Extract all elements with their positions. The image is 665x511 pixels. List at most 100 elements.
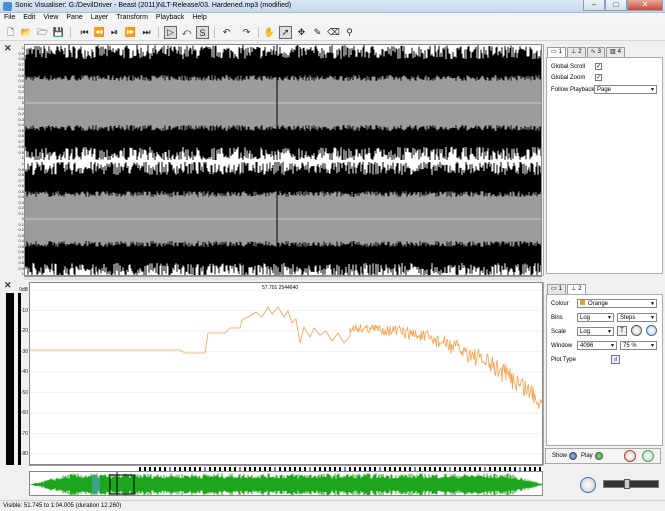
- play-toggle-icon[interactable]: [595, 452, 603, 460]
- zoom-knob[interactable]: [580, 477, 596, 493]
- threshold-knob[interactable]: [646, 325, 657, 336]
- minimize-button[interactable]: –: [583, 0, 605, 11]
- measure-icon[interactable]: ⚲: [343, 26, 356, 39]
- toolbar: 🗋 📂 🗁 💾 ⏮ ⏪ ⏯ ⏩ ⏭ ▷ ⤺ S ↶ ↷ ✋ ➚ ✥ ✎ ⌫ ⚲: [0, 24, 665, 41]
- open-location-icon[interactable]: 🗁: [36, 26, 49, 39]
- separator: [70, 27, 71, 38]
- tab-2[interactable]: ⊥ 2: [567, 47, 586, 57]
- pane-icon: ▭: [551, 49, 557, 55]
- spectrum-curve: [30, 306, 542, 409]
- waveform-view[interactable]: [24, 44, 542, 276]
- pane-tab-body: Global Scroll ✓ Global Zoom ✓ Follow Pla…: [546, 57, 663, 274]
- open-file-icon[interactable]: 📂: [20, 26, 33, 39]
- menu-view[interactable]: View: [39, 13, 62, 24]
- menu-help[interactable]: Help: [188, 13, 210, 24]
- solo-icon[interactable]: S: [196, 26, 209, 39]
- chevron-down-icon: ▼: [650, 343, 655, 349]
- window-size-select[interactable]: 4096 ▼: [577, 341, 617, 350]
- spectrum-view[interactable]: 57.701 2544640: [29, 282, 543, 465]
- overview-pane[interactable]: [29, 471, 543, 496]
- global-scroll-checkbox[interactable]: ✓: [595, 63, 602, 70]
- separator: [258, 27, 259, 38]
- layer-tab-body: Colour Orange ▼ Bins Log ▼ Steps ▼ Scale Lo…: [546, 294, 663, 446]
- menu-transform[interactable]: Transform: [112, 13, 152, 24]
- menu-playback[interactable]: Playback: [152, 13, 188, 24]
- colour-swatch: [580, 300, 585, 305]
- menu-layer[interactable]: Layer: [87, 13, 113, 24]
- level-meter-left: [6, 293, 14, 465]
- db-tick-label: -10: [20, 307, 28, 314]
- layer-tab-2[interactable]: ⊥ 2: [567, 284, 586, 294]
- colour-select[interactable]: Orange ▼: [577, 299, 657, 308]
- move-icon[interactable]: ✥: [295, 26, 308, 39]
- maximize-button[interactable]: □: [605, 0, 627, 11]
- layer-tabs: ▭ 1 ⊥ 2: [547, 284, 587, 294]
- colour-label: Colour: [551, 301, 569, 307]
- rewind-start-icon[interactable]: ⏮: [78, 26, 91, 39]
- tab-3[interactable]: ∿ 3: [586, 47, 605, 57]
- draw-pencil-icon[interactable]: ✎: [311, 26, 324, 39]
- level-meter-right: [18, 293, 21, 465]
- overview-selection: [92, 476, 100, 493]
- db-tick-label: -50: [20, 389, 28, 396]
- status-text: Visible: 51.745 to 1:04.005 (duration 12…: [3, 503, 122, 509]
- bins-mode-select[interactable]: Steps ▼: [617, 313, 657, 322]
- db-tick-label: -40: [20, 369, 28, 375]
- scale-select[interactable]: Log ▼: [577, 327, 614, 336]
- play-speed-slider[interactable]: [603, 479, 659, 489]
- undo-icon[interactable]: ↶: [220, 26, 233, 39]
- db-tick-label: -20: [20, 328, 28, 334]
- waveform-icon: ∿: [590, 49, 596, 55]
- show-toggle-icon[interactable]: [569, 452, 577, 460]
- window-title: Sonic Visualiser: G:/DevilDriver - Beast…: [15, 2, 292, 9]
- title-bar: Sonic Visualiser: G:/DevilDriver - Beast…: [0, 0, 665, 13]
- playback-gain-knob[interactable]: [624, 450, 636, 462]
- loop-icon[interactable]: ⤺: [180, 26, 193, 39]
- select-arrow-icon[interactable]: ➚: [279, 26, 292, 39]
- rewind-icon[interactable]: ⏪: [93, 26, 106, 39]
- bins-label: Bins: [551, 315, 563, 321]
- global-zoom-checkbox[interactable]: ✓: [595, 74, 602, 81]
- bins-select[interactable]: Log ▼: [577, 313, 614, 322]
- normalize-icon[interactable]: T: [617, 326, 627, 336]
- close-window-button[interactable]: ✕: [627, 0, 663, 11]
- close-pane-icon[interactable]: ✕: [4, 43, 12, 54]
- menu-edit[interactable]: Edit: [19, 13, 39, 24]
- play-pause-icon[interactable]: ⏯: [108, 26, 121, 39]
- play-label: Play: [581, 453, 593, 459]
- playback-pan-knob[interactable]: [642, 450, 654, 462]
- erase-icon[interactable]: ⌫: [327, 26, 340, 39]
- layer-tab-1[interactable]: ▭ 1: [547, 284, 567, 294]
- db-tick-label: -70: [20, 430, 28, 437]
- layer-show-bar: Show Play: [545, 448, 661, 464]
- pane-icon: ▭: [551, 286, 557, 292]
- slider-handle[interactable]: [624, 479, 630, 489]
- redo-icon[interactable]: ↷: [240, 26, 253, 39]
- menu-file[interactable]: File: [0, 13, 19, 24]
- window-overlap-select[interactable]: 75 % ▼: [620, 341, 657, 350]
- new-file-icon[interactable]: 🗋: [4, 26, 17, 39]
- navigate-hand-icon[interactable]: ✋: [263, 26, 276, 39]
- save-icon[interactable]: 💾: [52, 26, 65, 39]
- play-selection-icon[interactable]: ▷: [164, 26, 177, 39]
- waveform-scrollbar[interactable]: [24, 276, 542, 280]
- overview-svg: [30, 472, 542, 495]
- global-scroll-label: Global Scroll: [551, 64, 586, 70]
- ruler-icon: ⊥: [571, 49, 577, 55]
- scale-label: Scale: [551, 329, 567, 335]
- chevron-down-icon: ▼: [607, 329, 612, 335]
- tab-4[interactable]: ▥ 4: [605, 47, 625, 57]
- gain-knob[interactable]: [631, 325, 642, 336]
- follow-playback-select[interactable]: Page ▼: [594, 85, 657, 94]
- chevron-down-icon: ▼: [650, 301, 655, 307]
- fast-forward-icon[interactable]: ⏩: [124, 26, 137, 39]
- pane-properties-panel: ▭ 1 ⊥ 2 ∿ 3 ▥ 4 Global Scroll ✓ Global Zoom …: [543, 44, 665, 276]
- fast-forward-end-icon[interactable]: ⏭: [140, 26, 153, 39]
- spectrum-svg: [30, 289, 542, 455]
- tab-1[interactable]: ▭ 1: [547, 47, 567, 57]
- waveform-svg: [25, 45, 541, 275]
- follow-playback-label: Follow Playback: [551, 87, 595, 93]
- plot-type-icon[interactable]: ıl: [611, 355, 620, 364]
- menu-pane[interactable]: Pane: [62, 13, 86, 24]
- status-bar: Visible: 51.745 to 1:04.005 (duration 12…: [0, 500, 665, 511]
